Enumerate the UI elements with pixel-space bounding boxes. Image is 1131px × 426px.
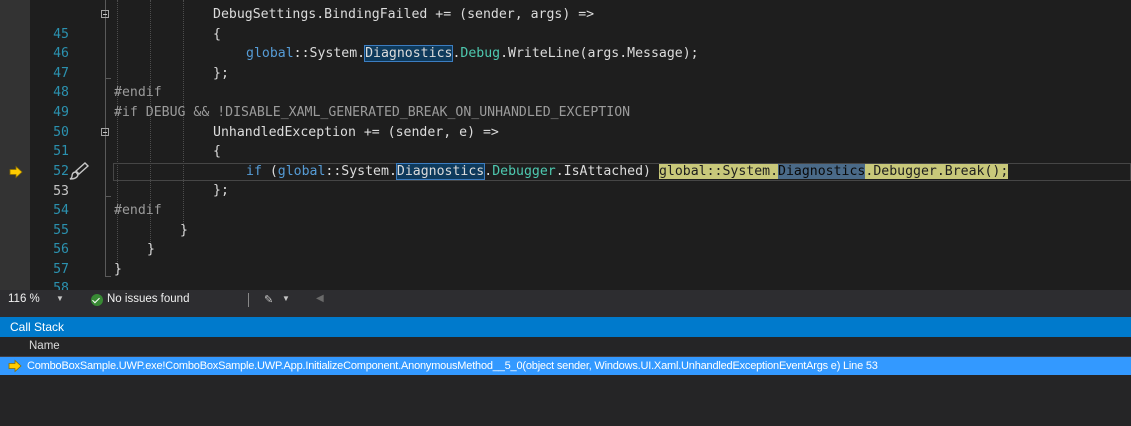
call-stack-row[interactable]: ComboBoxSample.UWP.exe!ComboBoxSample.UW… bbox=[0, 357, 1131, 375]
code-text: { bbox=[213, 144, 221, 160]
call-stack-title-bar[interactable]: Call Stack bbox=[0, 317, 1131, 337]
code-line[interactable]: 48 }; bbox=[0, 64, 1131, 101]
code-line[interactable]: 52 { bbox=[0, 142, 1131, 179]
code-text: } bbox=[180, 222, 188, 238]
call-stack-header: Name bbox=[0, 337, 1131, 357]
code-line[interactable]: 45 DebugSettings.BindingFailed += (sende… bbox=[0, 5, 1131, 42]
code-line[interactable]: 49 #endif bbox=[0, 83, 1131, 120]
code-line[interactable]: 59 bbox=[0, 279, 1131, 290]
call-stack-title: Call Stack bbox=[10, 320, 65, 334]
editor-status-bar: 116 % ▼ No issues found ✎ ▼ ◀ bbox=[0, 290, 1131, 310]
code-line[interactable]: 57 } bbox=[0, 240, 1131, 277]
code-text: UnhandledException += (sender, e) => bbox=[213, 124, 499, 140]
brush-icon[interactable]: ✎ bbox=[264, 293, 273, 306]
code-text: }; bbox=[213, 183, 229, 199]
reference-highlight: Diagnostics bbox=[364, 45, 454, 63]
left-arrow-icon[interactable]: ◀ bbox=[316, 293, 324, 304]
code-line[interactable]: 46 { bbox=[0, 25, 1131, 62]
zoom-level[interactable]: 116 % bbox=[8, 293, 40, 305]
code-line[interactable]: 50 #if DEBUG && !DISABLE_XAML_GENERATED_… bbox=[0, 103, 1131, 140]
code-line[interactable]: 54 }; bbox=[0, 181, 1131, 218]
brush-dropdown-icon[interactable]: ▼ bbox=[282, 294, 290, 303]
current-statement-highlight: global::System.Diagnostics.Debugger.Brea… bbox=[658, 164, 1009, 179]
code-text: } bbox=[147, 242, 155, 258]
call-stack-panel: Name ComboBoxSample.UWP.exe!ComboBoxSamp… bbox=[0, 337, 1131, 426]
code-line[interactable]: 58 } bbox=[0, 260, 1131, 290]
call-stack-frame-name: ComboBoxSample.UWP.exe!ComboBoxSample.UW… bbox=[27, 360, 878, 372]
code-text: } bbox=[114, 261, 122, 277]
code-editor[interactable]: 45 DebugSettings.BindingFailed += (sende… bbox=[0, 0, 1131, 290]
code-text: #endif bbox=[114, 85, 162, 101]
code-line[interactable]: 55 #endif bbox=[0, 201, 1131, 238]
code-text: }; bbox=[213, 65, 229, 81]
code-text: #if DEBUG && !DISABLE_XAML_GENERATED_BRE… bbox=[114, 105, 631, 120]
code-text: DebugSettings.BindingFailed += (sender, … bbox=[213, 7, 595, 22]
code-line[interactable]: 56 } bbox=[0, 221, 1131, 258]
code-text: if (global::System.Diagnostics.Debugger.… bbox=[246, 163, 1009, 180]
fold-collapse-icon[interactable] bbox=[101, 10, 109, 18]
check-circle-icon bbox=[91, 294, 103, 306]
code-line[interactable]: 51 UnhandledException += (sender, e) => bbox=[0, 123, 1131, 160]
issues-status[interactable]: No issues found bbox=[107, 293, 189, 305]
code-text: { bbox=[213, 26, 221, 42]
fold-collapse-icon[interactable] bbox=[101, 127, 109, 136]
code-text: global::System.Diagnostics.Debug.WriteLi… bbox=[246, 45, 699, 63]
panel-splitter[interactable] bbox=[0, 310, 1131, 317]
code-line[interactable]: 47 global::System.Diagnostics.Debug.Writ… bbox=[0, 44, 1131, 81]
reference-highlight: Diagnostics bbox=[395, 163, 486, 180]
status-divider bbox=[248, 293, 249, 307]
code-text: #endif bbox=[114, 203, 162, 218]
current-frame-arrow-icon bbox=[8, 359, 22, 373]
code-line-current[interactable]: 53 if (global::System.Diagnostics.Debugg… bbox=[0, 162, 1131, 199]
column-header-name[interactable]: Name bbox=[29, 340, 60, 352]
zoom-dropdown-icon[interactable]: ▼ bbox=[56, 294, 64, 303]
